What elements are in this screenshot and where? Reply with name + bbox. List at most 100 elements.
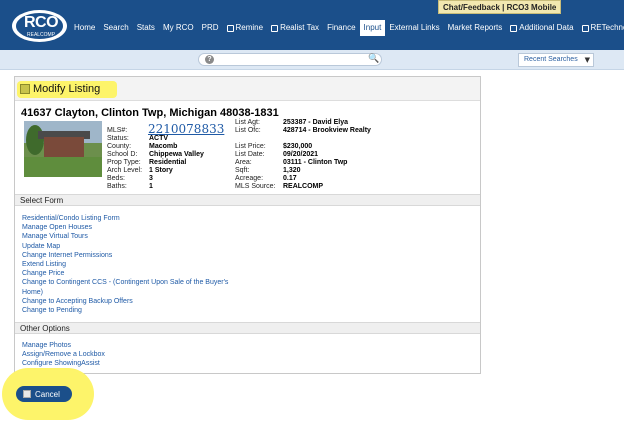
nav-item-external-links[interactable]: External Links [385, 20, 443, 36]
recent-searches-dropdown[interactable]: Recent Searches ▼ [518, 53, 594, 67]
nav-item-label: Input [363, 23, 382, 32]
field-label: Baths: [107, 183, 127, 190]
field-value: 1 Story [149, 167, 173, 174]
field-label: Acreage: [235, 175, 264, 182]
field-value: 3 [149, 175, 153, 182]
page: RCO REALCOMP Chat/Feedback | RCO3 Mobile… [0, 0, 624, 428]
form-link[interactable]: Update Map [22, 243, 60, 250]
field-label: MLS Source: [235, 183, 276, 190]
field-value: Chippewa Valley [149, 151, 204, 158]
external-link-icon [271, 24, 279, 32]
field-value: Macomb [149, 143, 178, 150]
panel-title: Modify Listing [33, 83, 101, 95]
listing-address: 41637 Clayton, Clinton Twp, Michigan 480… [21, 107, 279, 119]
chat-feedback-link[interactable]: Chat/Feedback | RCO3 Mobile [438, 0, 562, 14]
select-form-header: Select Form [15, 194, 480, 206]
modify-listing-panel: Modify Listing 41637 Clayton, Clinton Tw… [14, 76, 481, 374]
nav-item-label: Finance [327, 23, 356, 32]
nav-item-retechnology[interactable]: RETechnology [578, 20, 624, 36]
nav-item-label: Additional Data [519, 23, 574, 32]
chevron-down-icon: ▼ [584, 56, 590, 64]
field-label: Arch Level: [107, 167, 143, 174]
nav-item-finance[interactable]: Finance [323, 20, 359, 36]
field-value: Residential [149, 159, 187, 166]
mls-label: MLS#: [107, 127, 128, 134]
nav-item-input[interactable]: Input [359, 20, 386, 36]
field-label: Status: [107, 135, 129, 142]
property-photo[interactable] [24, 121, 102, 177]
nav-item-label: Realist Tax [280, 23, 320, 32]
field-label: Prop Type: [107, 159, 141, 166]
field-label: School D: [107, 151, 138, 158]
nav-item-label: Market Reports [447, 23, 503, 32]
nav-item-prd[interactable]: PRD [198, 20, 223, 36]
field-label: List Agt: [235, 119, 260, 126]
nav-item-label: Search [103, 23, 129, 32]
field-label: Sqft: [235, 167, 250, 174]
form-link[interactable]: Change to Accepting Backup Offers [22, 298, 133, 305]
field-value: 1,320 [283, 167, 301, 174]
nav-item-label: My RCO [162, 23, 194, 32]
nav-item-market-reports[interactable]: Market Reports [444, 20, 507, 36]
option-link[interactable]: Manage Photos [22, 342, 71, 349]
field-value: 0.17 [283, 175, 297, 182]
nav-item-remine[interactable]: Remine [223, 20, 268, 36]
field-label: Area: [235, 159, 252, 166]
listing-icon [20, 84, 30, 94]
form-link[interactable]: Manage Virtual Tours [22, 233, 88, 240]
option-link[interactable]: Configure ShowingAssist [22, 360, 100, 367]
field-value: 253387 - David Elya [283, 119, 348, 126]
form-link[interactable]: Change to Contingent CCS - (Contingent U… [22, 279, 228, 286]
nav-item-realist-tax[interactable]: Realist Tax [267, 20, 323, 36]
main-nav: Home Search Stats My RCO PRD Remine Realist Ta… [70, 20, 624, 36]
nav-item-label: RETechnology [590, 23, 624, 32]
field-value: 428714 - Brookview Realty [283, 127, 371, 134]
field-label: Beds: [107, 175, 125, 182]
option-link[interactable]: Assign/Remove a Lockbox [22, 351, 105, 358]
form-link[interactable]: Manage Open Houses [22, 224, 92, 231]
cancel-button[interactable]: Cancel [16, 386, 72, 402]
logo-text: RCO [24, 14, 59, 31]
external-link-icon [510, 24, 518, 32]
field-value: $230,000 [283, 143, 313, 150]
nav-item-label: Stats [136, 23, 155, 32]
form-link[interactable]: Residential/Condo Listing Form [22, 215, 120, 222]
external-link-icon [581, 24, 589, 32]
other-options-header: Other Options [15, 322, 480, 334]
modify-listing-header: Modify Listing [15, 77, 480, 101]
mls-number-link[interactable]: 2210078833 [148, 122, 224, 136]
recent-searches-label: Recent Searches [524, 56, 578, 63]
search-icon[interactable]: 🔍 [368, 54, 379, 64]
form-link[interactable]: Change to Pending [22, 307, 82, 314]
field-value: 09/20/2021 [283, 151, 319, 158]
search-input[interactable] [198, 53, 382, 66]
nav-item-label: External Links [389, 23, 440, 32]
form-link[interactable]: Extend Listing [22, 261, 66, 268]
nav-item-home[interactable]: Home [70, 20, 99, 36]
cancel-icon [23, 390, 31, 398]
form-link[interactable]: Change Price [22, 270, 64, 277]
external-link-icon [226, 24, 234, 32]
nav-item-label: Home [74, 23, 96, 32]
field-label: List Price: [235, 143, 266, 150]
logo-subtext: REALCOMP [27, 32, 56, 38]
field-value: ACTV [149, 135, 169, 142]
help-icon[interactable]: ? [205, 55, 214, 64]
field-label: List Date: [235, 151, 265, 158]
rco-logo[interactable]: RCO REALCOMP [12, 10, 67, 42]
nav-item-stats[interactable]: Stats [133, 20, 159, 36]
field-label: County: [107, 143, 132, 150]
top-navigation-bar: RCO REALCOMP Chat/Feedback | RCO3 Mobile… [0, 0, 624, 50]
cancel-label: Cancel [35, 389, 60, 399]
nav-item-additional-data[interactable]: Additional Data [506, 20, 577, 36]
form-link[interactable]: Change Internet Permissions [22, 252, 112, 259]
field-value: REALCOMP [283, 183, 324, 190]
nav-item-my-rco[interactable]: My RCO [159, 20, 198, 36]
form-link[interactable]: Home) [22, 289, 43, 296]
nav-item-search[interactable]: Search [99, 20, 132, 36]
nav-item-label: Remine [235, 23, 264, 32]
field-value: 03111 - Clinton Twp [283, 159, 348, 166]
nav-item-label: PRD [201, 23, 219, 32]
field-label: List Ofc: [235, 127, 261, 134]
field-value: 1 [149, 183, 153, 190]
